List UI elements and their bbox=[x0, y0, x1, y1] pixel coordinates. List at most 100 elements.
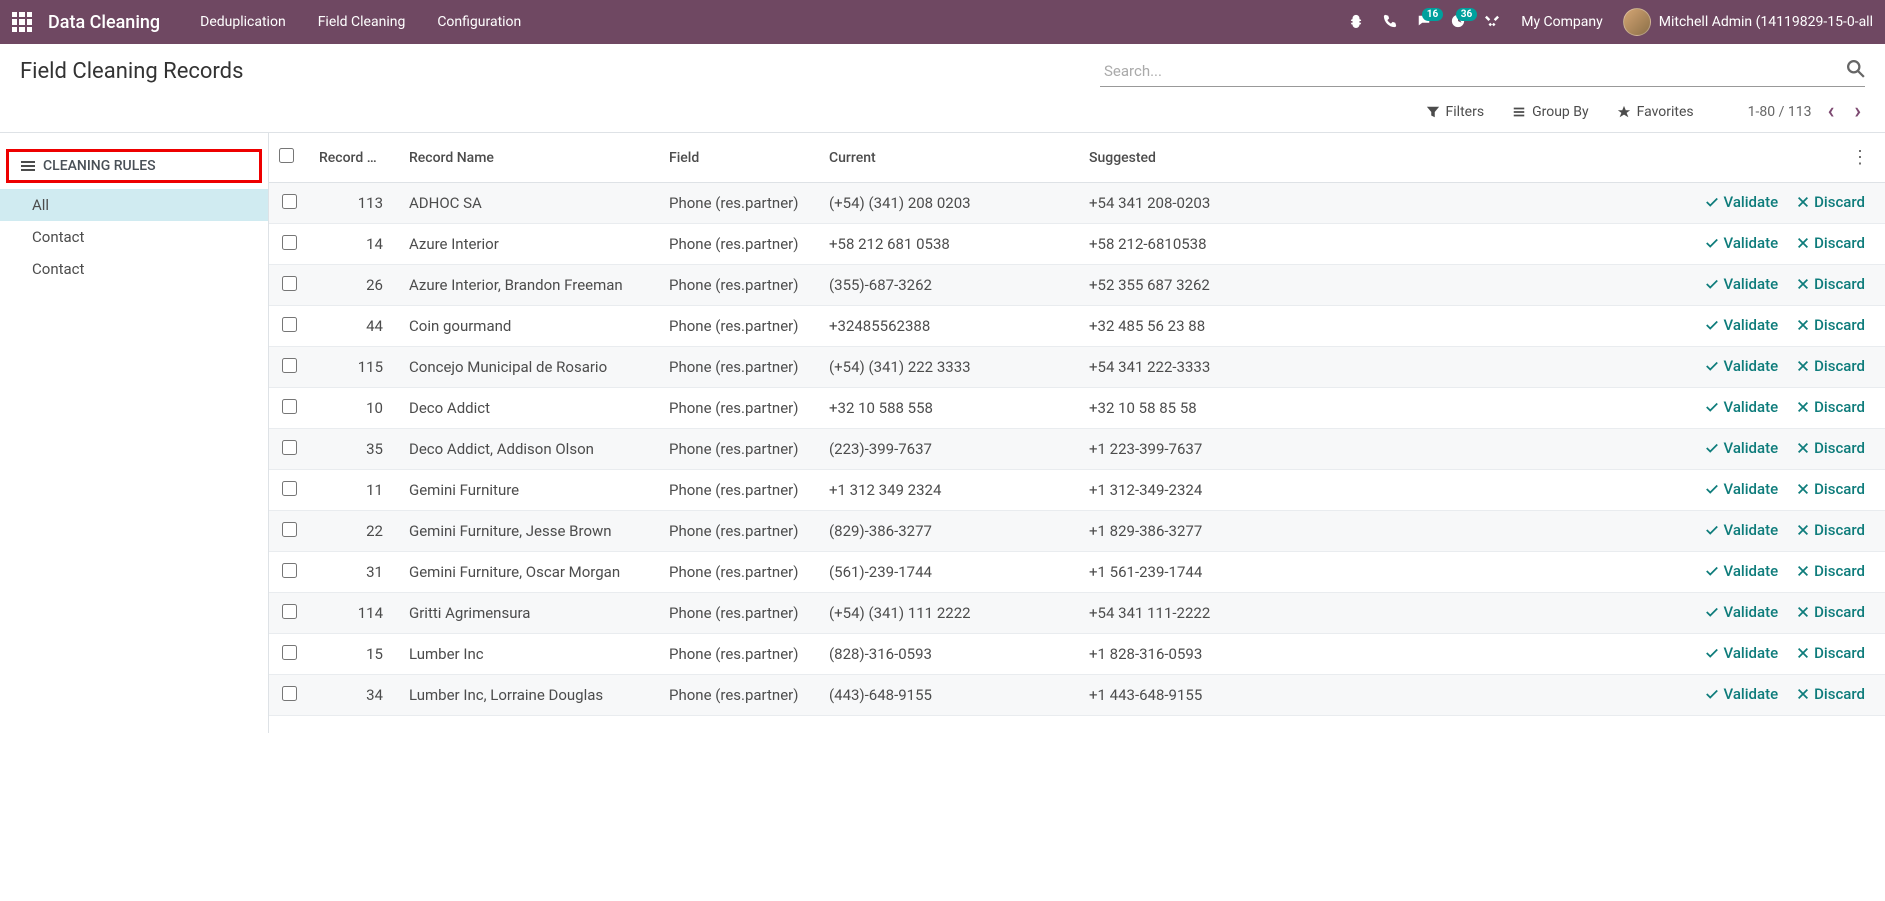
cell-field: Phone (res.partner) bbox=[659, 183, 819, 224]
app-title[interactable]: Data Cleaning bbox=[48, 12, 160, 33]
row-checkbox[interactable] bbox=[282, 522, 297, 537]
cell-suggested: +1 443-648-9155 bbox=[1079, 675, 1339, 716]
bug-icon[interactable] bbox=[1339, 14, 1373, 30]
cell-record-name: ADHOC SA bbox=[399, 183, 659, 224]
table-row[interactable]: 14Azure InteriorPhone (res.partner)+58 2… bbox=[269, 224, 1885, 265]
validate-button[interactable]: Validate bbox=[1705, 439, 1778, 457]
table-row[interactable]: 114Gritti AgrimensuraPhone (res.partner)… bbox=[269, 593, 1885, 634]
discard-button[interactable]: Discard bbox=[1796, 562, 1865, 580]
table-row[interactable]: 22Gemini Furniture, Jesse BrownPhone (re… bbox=[269, 511, 1885, 552]
row-checkbox[interactable] bbox=[282, 194, 297, 209]
table-row[interactable]: 26Azure Interior, Brandon FreemanPhone (… bbox=[269, 265, 1885, 306]
favorites-button[interactable]: Favorites bbox=[1603, 100, 1708, 124]
validate-button[interactable]: Validate bbox=[1705, 562, 1778, 580]
col-suggested[interactable]: Suggested bbox=[1079, 133, 1339, 183]
discard-button[interactable]: Discard bbox=[1796, 275, 1865, 293]
col-field[interactable]: Field bbox=[659, 133, 819, 183]
row-checkbox[interactable] bbox=[282, 317, 297, 332]
table-row[interactable]: 34Lumber Inc, Lorraine DouglasPhone (res… bbox=[269, 675, 1885, 716]
row-checkbox[interactable] bbox=[282, 645, 297, 660]
discard-button[interactable]: Discard bbox=[1796, 603, 1865, 621]
phone-icon[interactable] bbox=[1373, 14, 1407, 30]
validate-button[interactable]: Validate bbox=[1705, 521, 1778, 539]
discard-button[interactable]: Discard bbox=[1796, 685, 1865, 703]
check-icon bbox=[1705, 605, 1719, 619]
table-row[interactable]: 115Concejo Municipal de RosarioPhone (re… bbox=[269, 347, 1885, 388]
row-checkbox[interactable] bbox=[282, 235, 297, 250]
validate-button[interactable]: Validate bbox=[1705, 603, 1778, 621]
discard-button[interactable]: Discard bbox=[1796, 398, 1865, 416]
discard-button[interactable]: Discard bbox=[1796, 480, 1865, 498]
sidebar-item[interactable]: Contact bbox=[0, 253, 268, 285]
validate-button[interactable]: Validate bbox=[1705, 644, 1778, 662]
table-row[interactable]: 44Coin gourmandPhone (res.partner)+32485… bbox=[269, 306, 1885, 347]
x-icon bbox=[1796, 605, 1810, 619]
search-icon[interactable] bbox=[1847, 60, 1865, 81]
discard-button[interactable]: Discard bbox=[1796, 357, 1865, 375]
pager-prev-icon[interactable]: ‹ bbox=[1823, 99, 1838, 124]
validate-button[interactable]: Validate bbox=[1705, 193, 1778, 211]
row-checkbox[interactable] bbox=[282, 604, 297, 619]
row-checkbox[interactable] bbox=[282, 358, 297, 373]
validate-button[interactable]: Validate bbox=[1705, 234, 1778, 252]
cell-current: (+54) (341) 208 0203 bbox=[819, 183, 1079, 224]
discard-button[interactable]: Discard bbox=[1796, 316, 1865, 334]
discard-button[interactable]: Discard bbox=[1796, 439, 1865, 457]
row-checkbox[interactable] bbox=[282, 686, 297, 701]
discard-button[interactable]: Discard bbox=[1796, 234, 1865, 252]
cell-current: (+54) (341) 222 3333 bbox=[819, 347, 1079, 388]
cell-record-name: Coin gourmand bbox=[399, 306, 659, 347]
filters-button[interactable]: Filters bbox=[1412, 100, 1499, 124]
apps-icon[interactable] bbox=[12, 12, 32, 32]
sidebar-header[interactable]: CLEANING RULES bbox=[6, 149, 262, 183]
table-row[interactable]: 10Deco AddictPhone (res.partner)+32 10 5… bbox=[269, 388, 1885, 429]
cell-record-id: 11 bbox=[309, 470, 399, 511]
nav-field-cleaning[interactable]: Field Cleaning bbox=[302, 14, 422, 30]
groupby-button[interactable]: Group By bbox=[1498, 100, 1603, 124]
select-all-checkbox[interactable] bbox=[279, 148, 294, 163]
table-row[interactable]: 11Gemini FurniturePhone (res.partner)+1 … bbox=[269, 470, 1885, 511]
pager-next-icon[interactable]: › bbox=[1850, 99, 1865, 124]
check-icon bbox=[1705, 359, 1719, 373]
x-icon bbox=[1796, 359, 1810, 373]
discard-button[interactable]: Discard bbox=[1796, 644, 1865, 662]
nav-configuration[interactable]: Configuration bbox=[421, 14, 537, 30]
table-row[interactable]: 35Deco Addict, Addison OlsonPhone (res.p… bbox=[269, 429, 1885, 470]
pager-text[interactable]: 1-80 / 113 bbox=[1748, 104, 1812, 120]
sidebar-item[interactable]: Contact bbox=[0, 221, 268, 253]
col-record-name[interactable]: Record Name bbox=[399, 133, 659, 183]
row-checkbox[interactable] bbox=[282, 563, 297, 578]
tools-icon[interactable] bbox=[1475, 14, 1509, 30]
validate-button[interactable]: Validate bbox=[1705, 685, 1778, 703]
user-name: Mitchell Admin (14119829-15-0-all bbox=[1659, 14, 1873, 30]
sidebar-item[interactable]: All bbox=[0, 189, 268, 221]
row-checkbox[interactable] bbox=[282, 276, 297, 291]
col-record-id[interactable]: Record … bbox=[309, 133, 399, 183]
validate-button[interactable]: Validate bbox=[1705, 398, 1778, 416]
search-input[interactable] bbox=[1100, 56, 1865, 87]
row-checkbox[interactable] bbox=[282, 399, 297, 414]
kebab-icon[interactable]: ⋮ bbox=[1851, 147, 1869, 168]
company-name[interactable]: My Company bbox=[1509, 14, 1615, 30]
activities-icon[interactable]: 36 bbox=[1441, 14, 1475, 30]
discard-button[interactable]: Discard bbox=[1796, 193, 1865, 211]
user-menu[interactable]: Mitchell Admin (14119829-15-0-all bbox=[1615, 8, 1873, 36]
x-icon bbox=[1796, 195, 1810, 209]
validate-button[interactable]: Validate bbox=[1705, 316, 1778, 334]
row-checkbox[interactable] bbox=[282, 440, 297, 455]
table-row[interactable]: 15Lumber IncPhone (res.partner)(828)-316… bbox=[269, 634, 1885, 675]
validate-button[interactable]: Validate bbox=[1705, 275, 1778, 293]
messages-icon[interactable]: 16 bbox=[1407, 14, 1441, 30]
x-icon bbox=[1796, 646, 1810, 660]
cell-field: Phone (res.partner) bbox=[659, 306, 819, 347]
discard-button[interactable]: Discard bbox=[1796, 521, 1865, 539]
cell-current: +1 312 349 2324 bbox=[819, 470, 1079, 511]
cell-record-name: Gritti Agrimensura bbox=[399, 593, 659, 634]
table-row[interactable]: 113ADHOC SAPhone (res.partner)(+54) (341… bbox=[269, 183, 1885, 224]
validate-button[interactable]: Validate bbox=[1705, 480, 1778, 498]
col-current[interactable]: Current bbox=[819, 133, 1079, 183]
row-checkbox[interactable] bbox=[282, 481, 297, 496]
table-row[interactable]: 31Gemini Furniture, Oscar MorganPhone (r… bbox=[269, 552, 1885, 593]
nav-deduplication[interactable]: Deduplication bbox=[184, 14, 302, 30]
validate-button[interactable]: Validate bbox=[1705, 357, 1778, 375]
